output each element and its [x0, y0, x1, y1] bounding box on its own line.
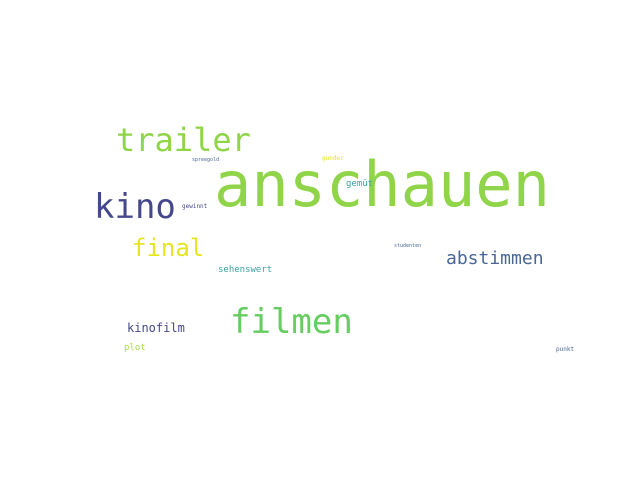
- word-kinofilm: kinofilm: [127, 321, 185, 335]
- word-gunder: gunder: [322, 155, 344, 162]
- word-abstimmen: abstimmen: [446, 248, 544, 269]
- word-spreegold: spreegold: [192, 157, 220, 163]
- word-gewinnt: gewinnt: [182, 203, 208, 210]
- word-gemut: gemüt: [346, 179, 374, 189]
- word-punkt: punkt: [556, 346, 575, 353]
- word-anschauen: anschauen: [214, 148, 550, 221]
- word-kino: kino: [94, 187, 176, 227]
- word-filmen: filmen: [230, 302, 353, 342]
- word-sehenswert: sehenswert: [218, 265, 273, 275]
- word-final: final: [132, 234, 205, 262]
- word-plot: plot: [124, 343, 146, 353]
- word-trailer: trailer: [116, 121, 251, 159]
- word-studenten: studenten: [394, 243, 422, 249]
- word-cloud-canvas: anschauen trailer kino final filmen abst…: [0, 0, 640, 480]
